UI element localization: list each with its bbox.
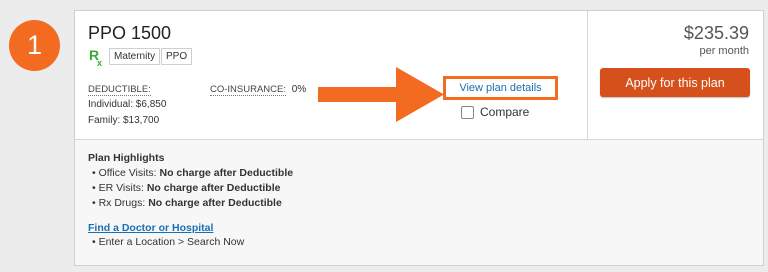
tag-ppo: PPO [161,48,193,65]
svg-text:x: x [97,58,102,67]
view-plan-details-link[interactable]: View plan details [443,76,558,100]
monthly-price: $235.39 [683,23,749,43]
price-period: per month [699,45,749,57]
pointer-arrow-icon [318,67,444,122]
highlight-key: Office Visits: [92,167,157,179]
highlights-title: Plan Highlights [88,152,165,164]
tag-maternity: Maternity [109,48,161,65]
highlight-value: No charge after Deductible [146,182,281,194]
highlights-list: Office Visits: No charge after Deductibl… [92,166,293,211]
highlight-key: Rx Drugs: [92,197,145,209]
deductible-label[interactable]: DEDUCTIBLE: [88,84,151,96]
highlight-key: ER Visits: [92,182,144,194]
compare-label: Compare [480,105,530,119]
coinsurance-label[interactable]: CO-INSURANCE: [210,84,287,96]
plan-details: Plan Highlights Office Visits: No charge… [75,139,763,265]
highlight-item: Office Visits: No charge after Deductibl… [92,166,293,181]
highlight-item: Rx Drugs: No charge after Deductible [92,196,293,211]
compare-checkbox[interactable]: Compare [461,105,529,119]
compare-checkbox-box[interactable] [461,105,474,119]
highlight-item: ER Visits: No charge after Deductible [92,181,293,196]
highlight-value: No charge after Deductible [148,197,282,209]
plan-card: PPO 1500 R x Maternity PPO DEDUCTIBLE: I… [74,10,764,266]
find-doctor-hint: Enter a Location > Search Now [92,236,245,248]
deductible-individual: Individual: $6,850 [88,99,167,110]
highlight-value: No charge after Deductible [159,167,294,179]
plan-summary: PPO 1500 R x Maternity PPO DEDUCTIBLE: I… [75,11,763,139]
find-doctor-link[interactable]: Find a Doctor or Hospital [88,222,213,234]
coinsurance-value: 0% [291,84,307,95]
plan-name: PPO 1500 [88,23,172,43]
coinsurance: CO-INSURANCE: 0% [210,84,307,96]
deductible-family: Family: $13,700 [88,115,160,126]
rx-prescription-icon: R x [89,47,102,67]
price-column: $235.39 per month Apply for this plan [587,11,763,139]
apply-button[interactable]: Apply for this plan [600,68,750,97]
step-number-badge: 1 [9,20,60,71]
